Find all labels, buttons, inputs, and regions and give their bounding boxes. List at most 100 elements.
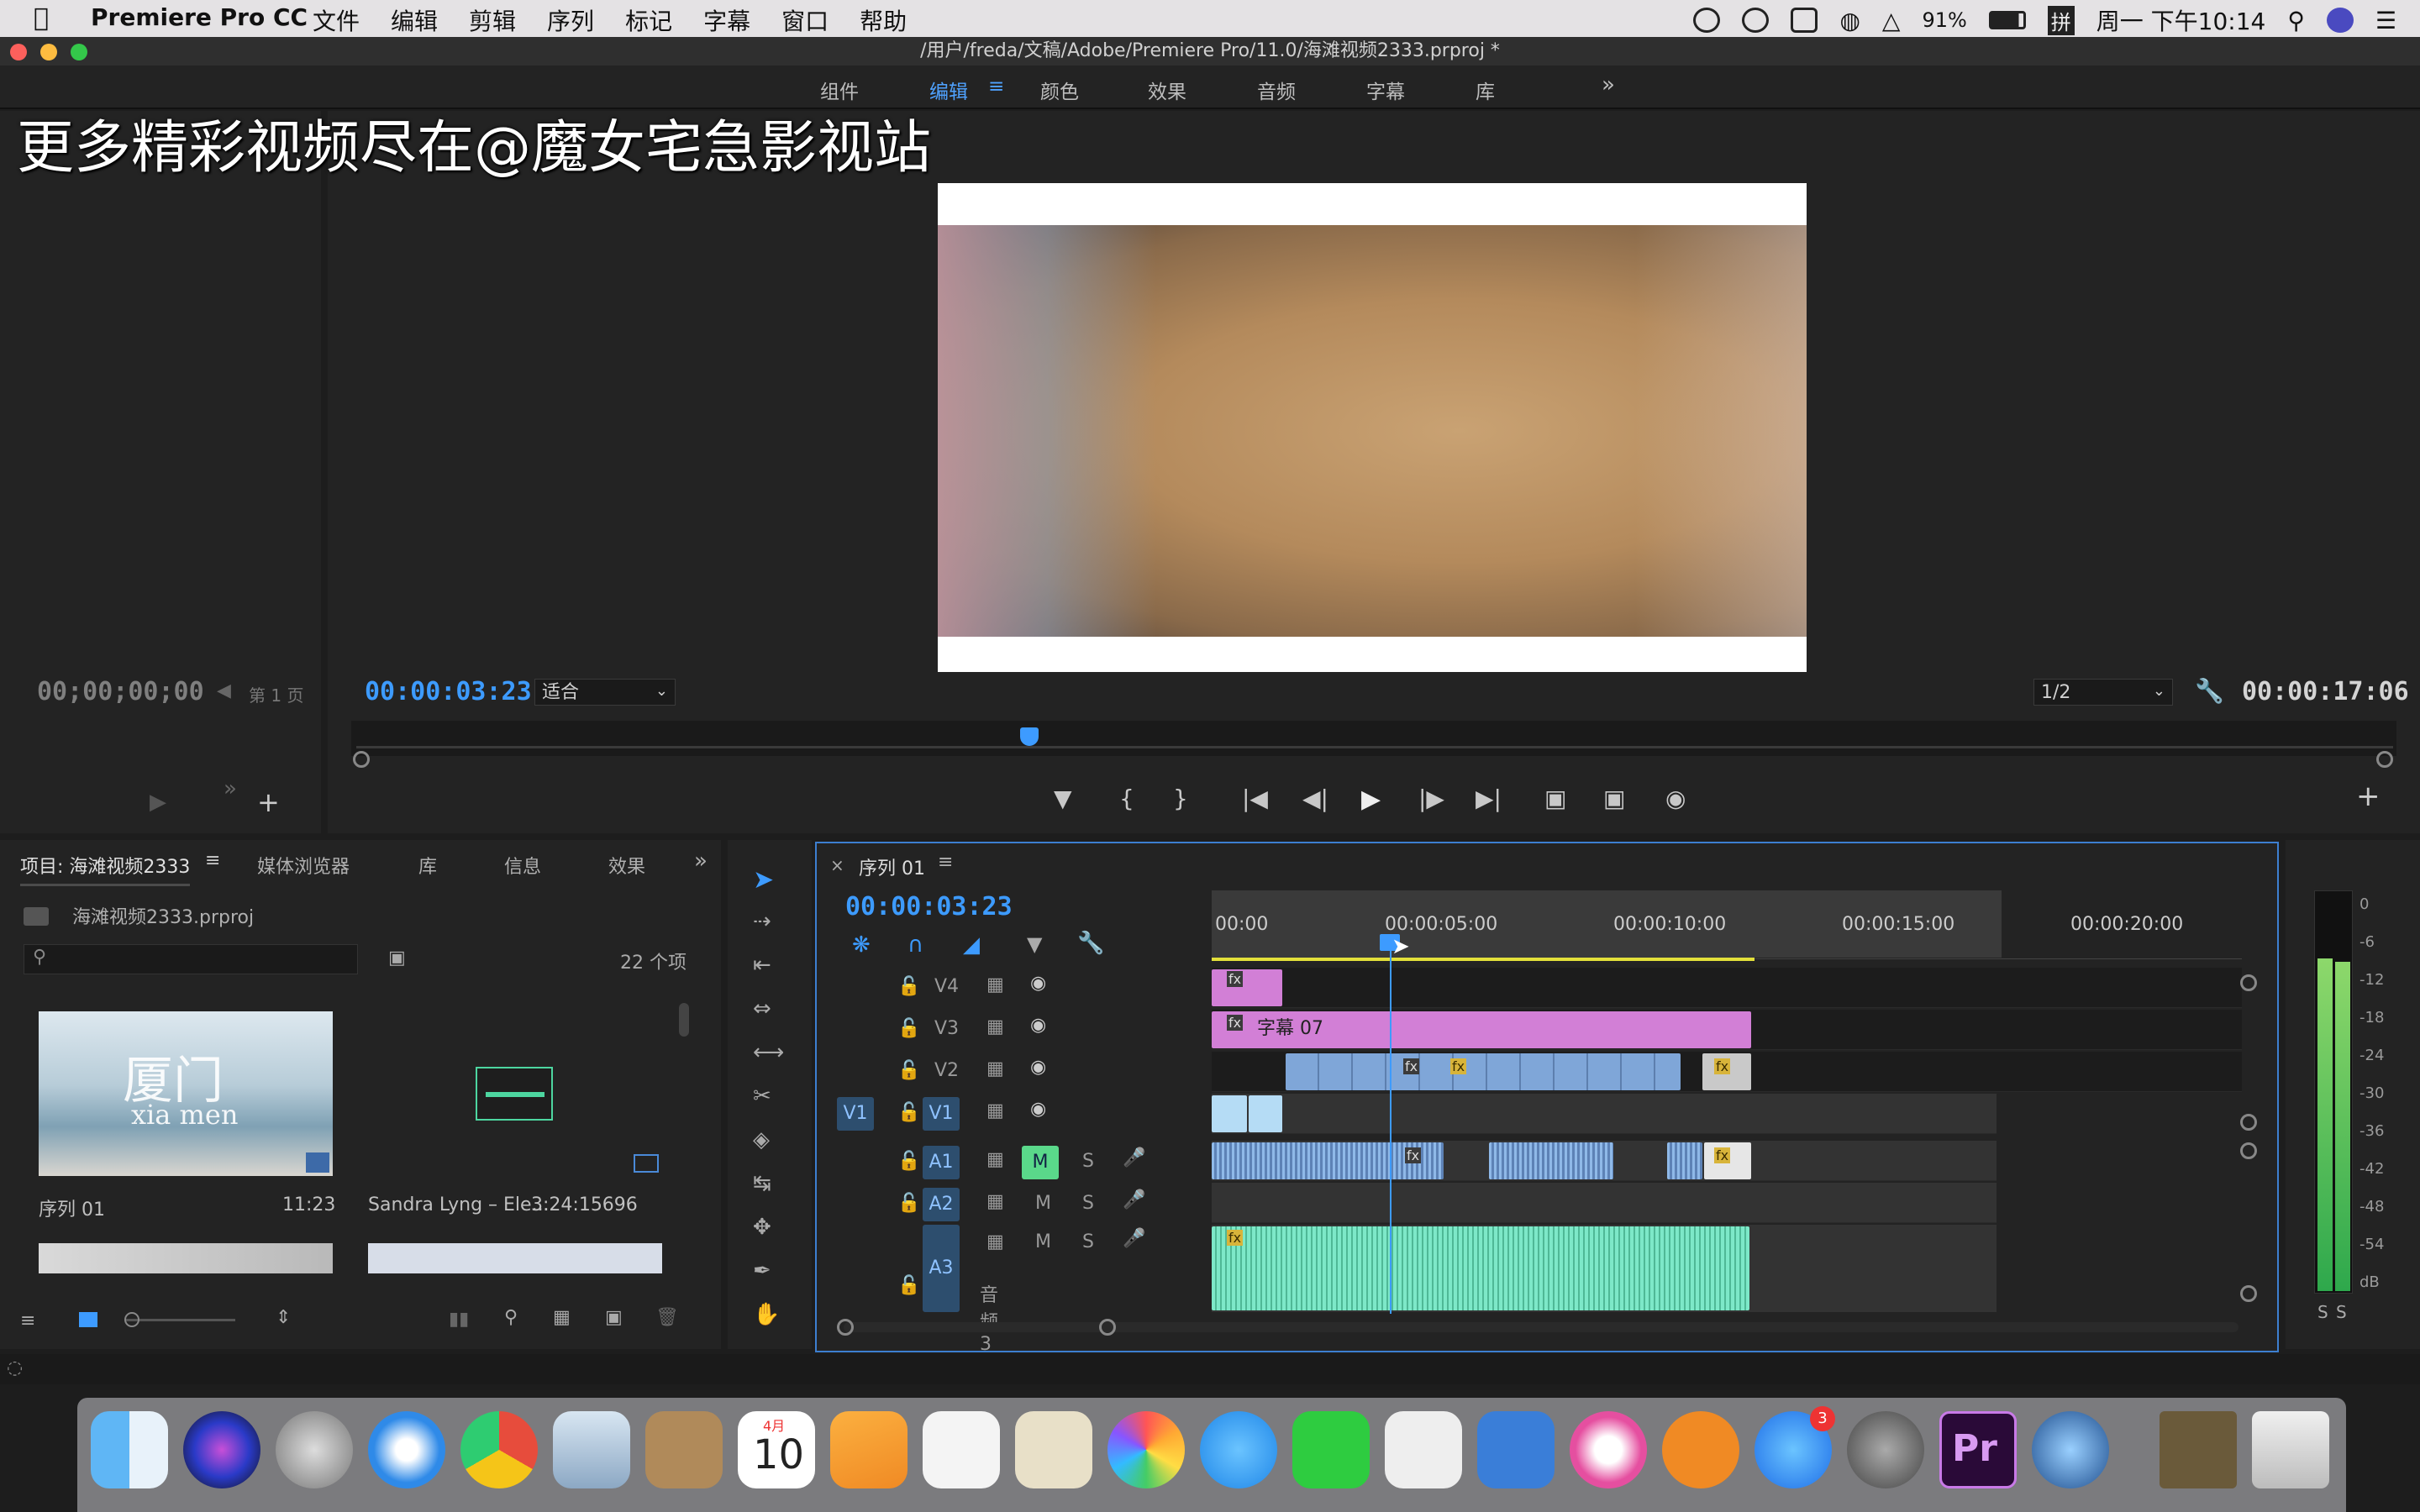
menu-window[interactable]: 窗口 <box>781 3 829 37</box>
audio-clip-a1-end[interactable]: fx <box>1704 1142 1751 1179</box>
tab-project[interactable]: 项目: 海滩视频2333 <box>20 852 191 886</box>
close-window-button[interactable] <box>10 44 27 60</box>
program-scroll-track[interactable] <box>356 746 2393 748</box>
apple-icon[interactable]:  <box>34 3 49 33</box>
zoom-window-button[interactable] <box>71 44 87 60</box>
sync-lock-icon[interactable]: ▦ <box>986 1191 1004 1212</box>
lane-a2[interactable] <box>1212 1183 1996 1223</box>
export-frame-camera-icon[interactable]: ◉ <box>1665 785 1686 812</box>
menu-file[interactable]: 文件 <box>313 3 360 37</box>
workspace-tab-libraries[interactable]: 库 <box>1476 76 1495 104</box>
zoom-dropdown[interactable]: 适合 ⌄ <box>534 679 676 706</box>
workspace-tab-audio[interactable]: 音频 <box>1257 76 1296 104</box>
program-zoom-handle-left[interactable] <box>353 751 370 768</box>
tab-info[interactable]: 信息 <box>504 852 541 879</box>
video-clip-v1[interactable] <box>1249 1095 1282 1132</box>
title-clip-v4[interactable]: fx <box>1212 969 1282 1006</box>
lock-icon[interactable]: 🔓 <box>897 1060 920 1081</box>
bookmark-icon[interactable] <box>1791 8 1818 33</box>
go-to-in-icon[interactable]: |◀ <box>1242 785 1268 812</box>
calendar-icon[interactable]: 4月 10 <box>738 1411 815 1488</box>
mute-button-a1[interactable]: M <box>1022 1146 1059 1179</box>
ripple-edit-tool-icon[interactable]: ⇤ <box>753 953 771 978</box>
microphone-icon[interactable]: 🎤 <box>1123 1147 1145 1168</box>
track-label-a1[interactable]: A1 <box>923 1146 960 1179</box>
track-label-a2[interactable]: A2 <box>923 1188 960 1221</box>
sync-lock-icon[interactable]: ▦ <box>986 1149 1004 1170</box>
trash-icon[interactable] <box>2252 1411 2329 1488</box>
selection-tool-icon[interactable]: ➤ <box>753 865 774 895</box>
mute-button-a3[interactable]: M <box>1035 1231 1051 1252</box>
audio-clip-a1[interactable] <box>1667 1142 1702 1179</box>
eye-icon[interactable]: ◉ <box>1030 1057 1046 1078</box>
slide-tool-icon[interactable]: ✥ <box>753 1215 771 1240</box>
sequence-thumbnail[interactable]: 厦门 xia men <box>39 1011 333 1176</box>
timeline-settings-wrench-icon[interactable]: 🔧 <box>1077 931 1104 956</box>
workspace-tab-editing[interactable]: 编辑 <box>929 76 968 104</box>
numbers-icon[interactable] <box>1385 1411 1462 1488</box>
program-time-ruler[interactable] <box>351 721 2396 756</box>
workspace-tab-assembly[interactable]: 组件 <box>820 76 859 104</box>
razor-tool-icon[interactable]: ◈ <box>753 1127 770 1152</box>
source-overflow-icon[interactable]: » <box>224 776 237 801</box>
mute-button-a2[interactable]: M <box>1035 1193 1051 1214</box>
step-back-icon[interactable]: ◀| <box>1302 785 1328 812</box>
track-label-v4[interactable]: V4 <box>934 976 959 997</box>
record-icon[interactable] <box>1693 8 1721 33</box>
solo-button-a3[interactable]: S <box>1082 1231 1094 1252</box>
project-overflow-icon[interactable]: » <box>694 848 708 874</box>
menu-edit[interactable]: 编辑 <box>391 3 438 37</box>
video-clip-v2-end[interactable]: fx <box>1702 1053 1751 1090</box>
mail-icon[interactable] <box>553 1411 630 1488</box>
vertical-zoom-handle[interactable] <box>2240 1142 2257 1159</box>
premiere-pro-icon[interactable]: Pr <box>1939 1411 2017 1488</box>
lock-icon[interactable]: 🔓 <box>897 1018 920 1039</box>
pen-tool-icon[interactable]: ✒ <box>753 1258 771 1284</box>
icon-view-icon[interactable] <box>79 1312 97 1327</box>
sync-lock-icon[interactable]: ▦ <box>986 974 1004 995</box>
tab-sequence[interactable]: 序列 01 <box>859 853 925 880</box>
microphone-icon[interactable]: 🎤 <box>1123 1189 1145 1210</box>
source-add-button[interactable]: + <box>257 786 280 818</box>
horizontal-zoom-handle[interactable] <box>1099 1319 1116 1336</box>
status-icon[interactable]: ◌ <box>7 1357 23 1378</box>
linked-selection-icon[interactable]: ∩ <box>908 932 923 958</box>
project-tab-menu-icon[interactable]: ≡ <box>205 850 220 871</box>
project-scrollbar[interactable] <box>679 1003 689 1037</box>
snap-icon[interactable]: ❋ <box>852 932 871 958</box>
rolling-edit-tool-icon[interactable]: ⇔ <box>753 996 771 1021</box>
razor-tool-icon[interactable]: ✂ <box>753 1084 771 1109</box>
audio-clip-a1[interactable] <box>1489 1142 1613 1179</box>
marker-icon[interactable]: ▼ <box>1027 932 1042 956</box>
sync-lock-icon[interactable]: ▦ <box>986 1016 1004 1037</box>
workspace-tab-color[interactable]: 颜色 <box>1040 76 1079 104</box>
sort-icon[interactable]: ⇕ <box>276 1307 291 1328</box>
downloads-stack-icon[interactable] <box>2160 1411 2237 1488</box>
quicktime-icon[interactable] <box>2032 1411 2109 1488</box>
clear-trash-icon[interactable]: 🗑 <box>655 1307 679 1328</box>
audio-clip-a3[interactable]: fx <box>1212 1226 1749 1310</box>
lock-icon[interactable]: 🔓 <box>897 1275 920 1296</box>
workspace-tab-captions[interactable]: 字幕 <box>1366 76 1405 104</box>
workspace-menu-icon[interactable]: ≡ <box>988 76 1004 97</box>
meter-solo-left[interactable]: S <box>2317 1302 2328 1322</box>
audio-thumbnail[interactable] <box>353 1011 664 1176</box>
battery-icon[interactable] <box>1988 11 2026 29</box>
source-prev-icon[interactable]: ◀ <box>217 680 231 701</box>
workspace-overflow-icon[interactable]: » <box>1602 72 1615 97</box>
new-item-icon[interactable]: ▣ <box>605 1307 623 1328</box>
facetime-icon[interactable] <box>1292 1411 1370 1488</box>
lift-icon[interactable]: ▣ <box>1544 785 1566 812</box>
eye-icon[interactable]: ◉ <box>1030 1015 1046 1036</box>
books-icon[interactable] <box>1662 1411 1739 1488</box>
app-menu[interactable]: Premiere Pro CC <box>91 3 308 31</box>
project-search-input[interactable]: ⚲ <box>24 944 358 974</box>
finder-icon[interactable] <box>91 1411 168 1488</box>
reminders-icon[interactable] <box>923 1411 1000 1488</box>
contacts-icon[interactable] <box>645 1411 723 1488</box>
program-zoom-handle-right[interactable] <box>2376 751 2393 768</box>
find-icon[interactable]: ⚲ <box>504 1307 518 1328</box>
title-clip-v3[interactable]: fx 字幕 07 <box>1212 1011 1751 1048</box>
sequence-menu-icon[interactable]: ≡ <box>938 852 953 873</box>
program-timecode[interactable]: 00:00:03:23 <box>365 677 532 706</box>
